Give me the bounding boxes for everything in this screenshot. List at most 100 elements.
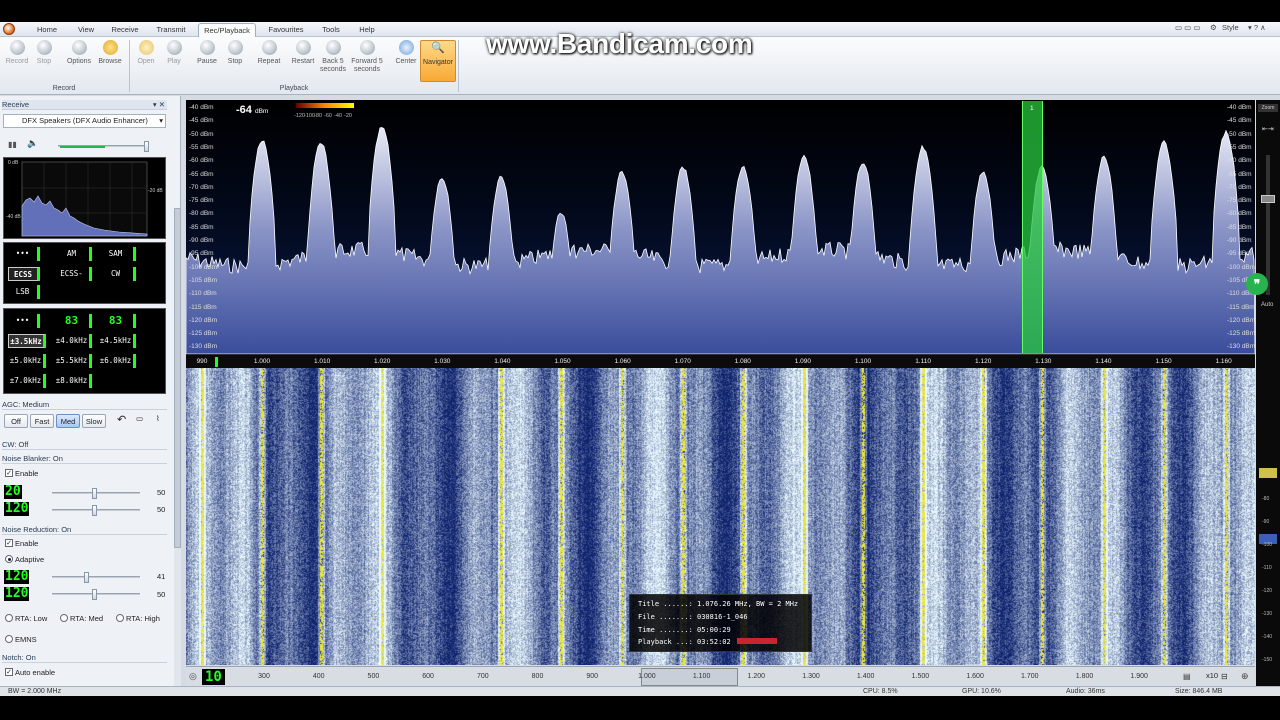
restart-button[interactable]: Restart <box>289 40 317 86</box>
agc-slow-button[interactable]: Slow <box>82 414 106 428</box>
navigator-grid-icon[interactable]: ▤ <box>1183 672 1191 681</box>
bandwidth-3-5khz-button[interactable]: ±3.5kHz <box>8 334 46 348</box>
spectrum-display[interactable] <box>186 100 1255 354</box>
tab-tools[interactable]: Tools <box>318 23 344 37</box>
audio-device-select[interactable]: DFX Speakers (DFX Audio Enhancer) ▾ <box>3 114 166 128</box>
window-layout-icons[interactable]: ▭ ▭ ▭ <box>1175 23 1200 32</box>
noise-reduction-slider-2[interactable] <box>52 589 140 600</box>
emns-radio[interactable] <box>5 635 13 643</box>
style-dropdown[interactable]: Style <box>1222 23 1239 32</box>
navigator-button[interactable]: 🔍 Navigator <box>420 40 456 82</box>
dbm-label-right: -60 dBm <box>1227 157 1252 165</box>
frequency-tick-label: 1.080 <box>734 358 751 365</box>
mode-ecss-button[interactable]: ECSS <box>8 267 40 281</box>
help-icons[interactable]: ▾ ? ∧ <box>1248 23 1266 32</box>
agc-med-button[interactable]: Med <box>56 414 80 428</box>
bandwidth-4-5khz-button[interactable]: ±4.5kHz <box>98 334 136 348</box>
bandwidth-more-button[interactable]: ••• <box>8 314 40 328</box>
left-panel-scrollbar[interactable] <box>174 208 181 720</box>
options-button[interactable]: Options <box>64 40 94 86</box>
zoom-label[interactable]: Zoom <box>1258 104 1278 112</box>
record-button[interactable]: Record <box>5 40 29 86</box>
playback-stop-button[interactable]: Stop <box>223 40 247 86</box>
volume-slider-thumb[interactable] <box>144 141 149 152</box>
left-panel-scrollbar-thumb[interactable] <box>174 208 181 548</box>
noise-blanker-slider-1[interactable] <box>52 488 140 499</box>
bandwidth-6-0khz-button[interactable]: ±6.0kHz <box>98 354 136 368</box>
noise-blanker-slider-1-thumb[interactable] <box>92 488 97 499</box>
mode-sam-button[interactable]: SAM <box>98 247 136 261</box>
dbm-label-left: -60 dBm <box>189 157 214 165</box>
back-5-seconds-button[interactable]: Back 5 seconds <box>318 40 348 86</box>
style-dropdown-icon[interactable]: ⚙ <box>1210 23 1217 32</box>
bandwidth-7-0khz-button[interactable]: ±7.0kHz <box>8 374 46 388</box>
navigator-left-icon[interactable]: ◎ <box>189 671 197 682</box>
collapse-icon[interactable]: ▾ ✕ <box>153 100 165 110</box>
tab-help[interactable]: Help <box>355 23 379 37</box>
adaptive-radio[interactable] <box>5 555 13 563</box>
noise-blanker-header[interactable]: Noise Blanker: On <box>2 454 167 464</box>
bandwidth-4-0khz-button[interactable]: ±4.0kHz <box>54 334 92 348</box>
browse-button[interactable]: Browse <box>96 40 124 86</box>
tab-rec-playback[interactable]: Rec/Playback <box>198 23 256 37</box>
application-menu-icon[interactable] <box>3 23 15 35</box>
noise-reduction-header[interactable]: Noise Reduction: On <box>2 525 167 535</box>
bandwidth-lcd-2[interactable]: 83 <box>98 314 136 328</box>
repeat-button[interactable]: Repeat <box>255 40 283 86</box>
bandwidth-8-0khz-button[interactable]: ±8.0kHz <box>54 374 92 388</box>
waterfall-display[interactable]: Title ......: 1.076.26 MHz, BW = 2 MHz F… <box>186 368 1255 665</box>
cw-header[interactable]: CW: Off <box>2 440 167 450</box>
bandwidth-lcd-1[interactable]: 83 <box>54 314 92 328</box>
agc-header[interactable]: AGC: Medium <box>2 400 167 410</box>
navigator-strip[interactable]: ◎ 10 300 400 500 600 700 800 900 1.000 1.100 1.20… <box>186 666 1255 686</box>
tab-view[interactable]: View <box>72 23 100 37</box>
mode-ecss-minus-button[interactable]: ECSS- <box>54 267 92 281</box>
navigator-zoom[interactable]: x10 <box>1206 671 1218 680</box>
tab-home[interactable]: Home <box>33 23 61 37</box>
noise-reduction-slider-1[interactable] <box>52 572 140 583</box>
noise-blanker-slider-2[interactable] <box>52 505 140 516</box>
mode-cw-button[interactable]: CW <box>98 267 136 281</box>
rta-med-radio[interactable] <box>60 614 68 622</box>
tuned-channel-marker[interactable]: 1 <box>1022 101 1043 353</box>
rta-high-radio[interactable] <box>116 614 124 622</box>
noise-reduction-slider-2-thumb[interactable] <box>92 589 97 600</box>
tab-transmit[interactable]: Transmit <box>152 23 190 37</box>
noise-reduction-slider-1-thumb[interactable] <box>84 572 89 583</box>
forward-5-seconds-button[interactable]: Forward 5 seconds <box>348 40 386 86</box>
play-button[interactable]: Play <box>162 40 186 86</box>
spectrum-range-slider[interactable] <box>1261 155 1275 295</box>
auto-label[interactable]: Auto <box>1261 302 1273 308</box>
agc-off-button[interactable]: Off <box>4 414 28 428</box>
pause-button[interactable]: Pause <box>195 40 219 86</box>
mode-lsb-button[interactable]: LSB <box>8 285 40 299</box>
span-icon[interactable]: ⇤⇥ <box>1262 125 1274 133</box>
record-stop-button[interactable]: Stop <box>32 40 56 86</box>
agc-graph-icon[interactable]: ⌇ <box>156 414 160 423</box>
agc-settings-icon[interactable]: ▭ <box>136 414 143 423</box>
noise-blanker-enable-checkbox[interactable]: ✓ <box>5 469 13 477</box>
rta-low-radio[interactable] <box>5 614 13 622</box>
spectrum-range-thumb[interactable] <box>1261 195 1275 203</box>
notch-auto-enable-checkbox[interactable]: ✓ <box>5 668 13 676</box>
center-button[interactable]: Center <box>392 40 420 86</box>
noise-blanker-slider-2-thumb[interactable] <box>92 505 97 516</box>
mode-more-button[interactable]: ••• <box>8 247 40 261</box>
bandwidth-5-5khz-button[interactable]: ±5.5kHz <box>54 354 92 368</box>
mode-am-button[interactable]: AM <box>54 247 92 261</box>
speaker-icon[interactable]: 🔈 <box>27 138 38 149</box>
navigator-right-icon[interactable]: ⊕ <box>1241 671 1249 682</box>
tab-receive[interactable]: Receive <box>108 23 142 37</box>
frequency-axis[interactable]: 990 1.000 1.010 1.020 1.030 1.040 1.050 1.060 1.… <box>186 354 1255 368</box>
notch-header[interactable]: Notch: On <box>2 653 167 663</box>
navigator-zoom-icon[interactable]: ⊟ <box>1221 672 1228 681</box>
undo-icon[interactable]: ↶ <box>117 413 126 426</box>
equalizer-icon[interactable]: ▮▮ <box>8 140 17 149</box>
quote-bubble-button[interactable]: ❞ <box>1246 273 1268 295</box>
receive-header[interactable]: Receive ▾ ✕ <box>2 100 167 110</box>
agc-fast-button[interactable]: Fast <box>30 414 54 428</box>
bandwidth-5-0khz-button[interactable]: ±5.0kHz <box>8 354 46 368</box>
noise-reduction-enable-checkbox[interactable]: ✓ <box>5 539 13 547</box>
open-button[interactable]: Open <box>134 40 158 86</box>
tab-favourites[interactable]: Favourites <box>265 23 307 37</box>
